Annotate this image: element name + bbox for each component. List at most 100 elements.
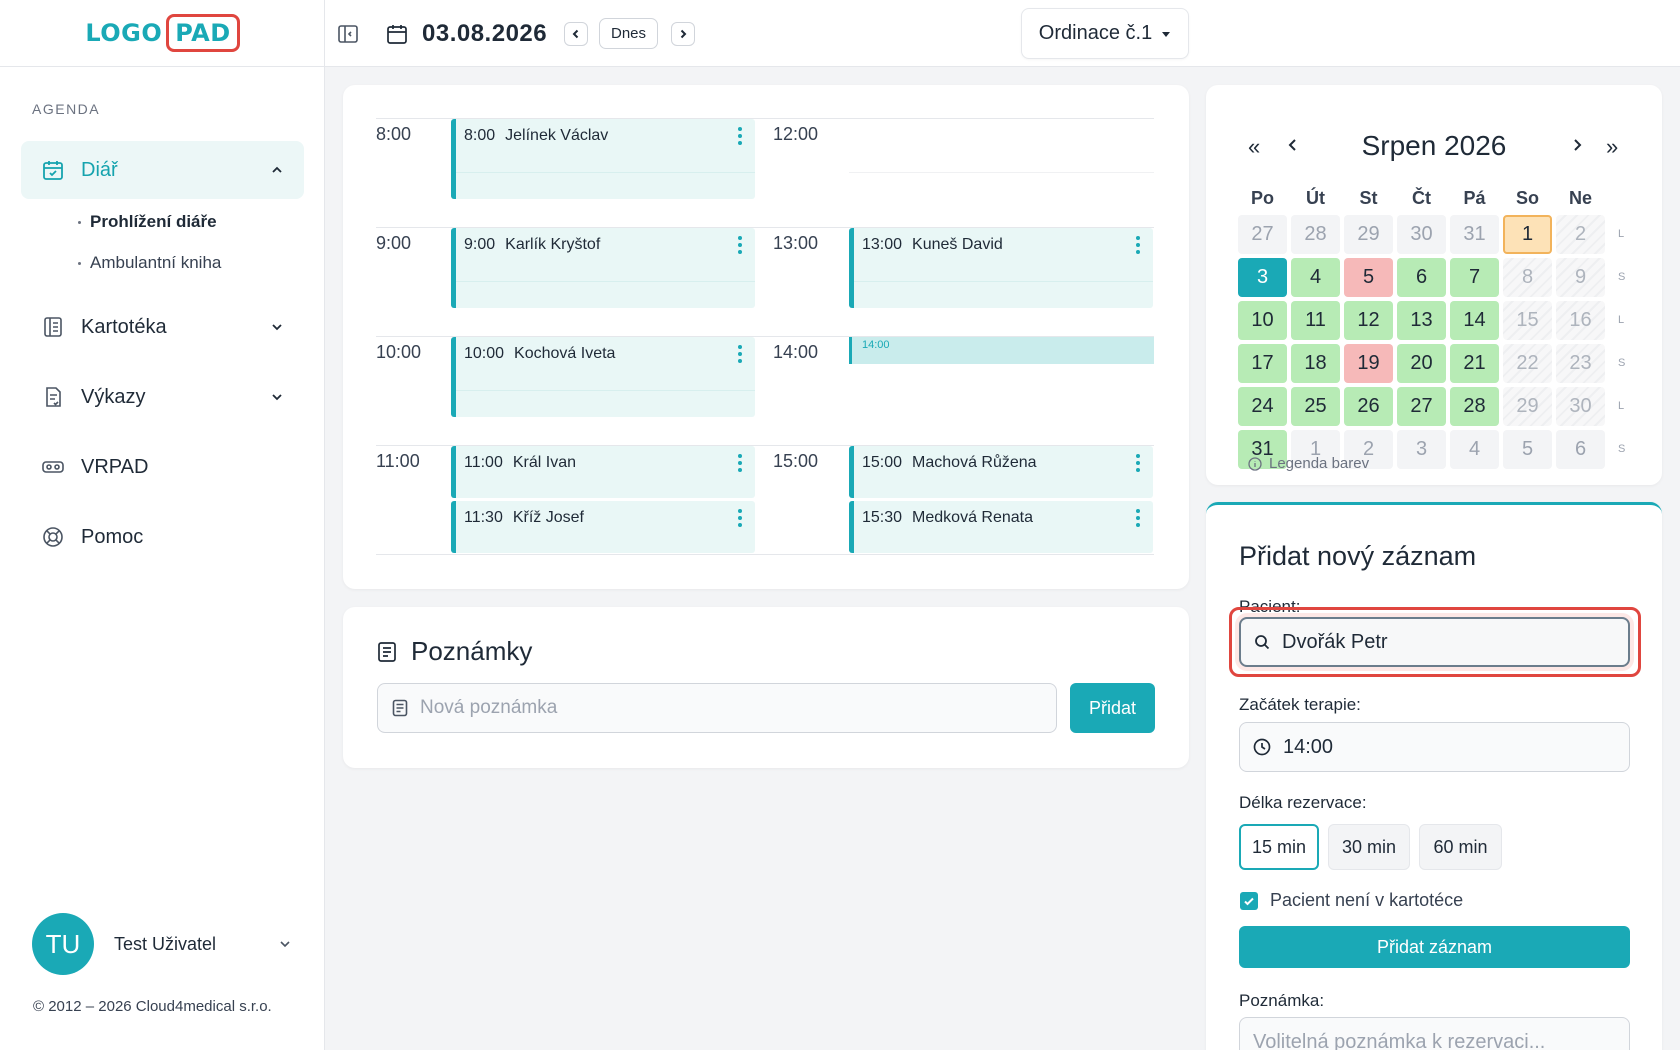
appointment[interactable]: 15:30 Medková Renata bbox=[849, 501, 1153, 553]
appointment[interactable]: 9:00 Karlík Kryštof bbox=[451, 228, 755, 308]
new-note-input[interactable]: Nová poznámka bbox=[377, 683, 1057, 733]
avatar: TU bbox=[32, 913, 94, 975]
appointment[interactable]: 11:30 Kříž Josef bbox=[451, 501, 755, 553]
calendar-day[interactable]: 16 bbox=[1556, 301, 1605, 340]
calendar-day[interactable]: 6 bbox=[1556, 430, 1605, 469]
appointment[interactable]: 15:00 Machová Růžena bbox=[849, 446, 1153, 498]
user-name: Test Uživatel bbox=[114, 933, 217, 954]
kebab-menu-icon[interactable] bbox=[1136, 236, 1140, 254]
patient-value: Dvořák Petr bbox=[1282, 630, 1388, 653]
calendar-day[interactable]: 6 bbox=[1397, 258, 1446, 297]
sidebar-item-diar[interactable]: Diář bbox=[21, 141, 304, 199]
appointment-time: 11:30 bbox=[464, 509, 503, 526]
kebab-menu-icon[interactable] bbox=[738, 509, 742, 527]
user-menu[interactable]: TU Test Uživatel bbox=[32, 913, 292, 975]
week-parity-mark: S bbox=[1618, 357, 1626, 369]
calendar-day[interactable]: 11 bbox=[1291, 301, 1340, 340]
kebab-menu-icon[interactable] bbox=[738, 454, 742, 472]
toggle-sidebar-button[interactable] bbox=[337, 0, 359, 67]
calendar-day[interactable]: 27 bbox=[1397, 387, 1446, 426]
time-label: 11:00 bbox=[376, 451, 420, 471]
prev-year-button[interactable]: « bbox=[1248, 134, 1260, 160]
selected-free-slot[interactable]: 14:00 bbox=[849, 337, 1154, 364]
next-year-button[interactable]: » bbox=[1606, 134, 1618, 160]
kebab-menu-icon[interactable] bbox=[738, 345, 742, 363]
kebab-menu-icon[interactable] bbox=[1136, 509, 1140, 527]
calendar-day[interactable]: 4 bbox=[1450, 430, 1499, 469]
sidebar-item-vykazy[interactable]: Výkazy bbox=[21, 368, 304, 426]
calendar-day[interactable]: 20 bbox=[1397, 344, 1446, 383]
calendar-day[interactable]: 30 bbox=[1556, 387, 1605, 426]
calendar-day[interactable]: 1 bbox=[1503, 215, 1552, 254]
calendar-day[interactable]: 2 bbox=[1556, 215, 1605, 254]
calendar-day[interactable]: 18 bbox=[1291, 344, 1340, 383]
add-note-button[interactable]: Přidat bbox=[1070, 683, 1155, 733]
calendar-icon bbox=[385, 22, 409, 46]
calendar-day[interactable]: 14 bbox=[1450, 301, 1499, 340]
form-title: Přidat nový záznam bbox=[1239, 541, 1477, 571]
appointment[interactable]: 13:00 Kuneš David bbox=[849, 228, 1153, 308]
office-select[interactable]: Ordinace č.1 bbox=[1021, 8, 1189, 59]
sidebar-subitem-ambulantni-kniha[interactable]: Ambulantní kniha bbox=[78, 253, 221, 273]
reservation-note-input[interactable]: Volitelná poznámka k rezervaci... bbox=[1239, 1017, 1630, 1050]
calendar-day[interactable]: 24 bbox=[1238, 387, 1287, 426]
duration-30-min[interactable]: 30 min bbox=[1328, 824, 1410, 870]
sidebar-subitem-prohlizeni[interactable]: Prohlížení diáře bbox=[78, 212, 217, 232]
duration-15-min[interactable]: 15 min bbox=[1239, 824, 1319, 870]
appointment[interactable]: 11:00 Král Ivan bbox=[451, 446, 755, 498]
prev-day-button[interactable] bbox=[564, 21, 588, 46]
calendar-day[interactable]: 10 bbox=[1238, 301, 1287, 340]
current-date[interactable]: 03.08.2026 bbox=[422, 20, 547, 48]
next-month-button[interactable] bbox=[1570, 134, 1584, 156]
prev-month-button[interactable] bbox=[1286, 134, 1300, 156]
calendar-day[interactable]: 5 bbox=[1503, 430, 1552, 469]
not-in-registry-checkbox[interactable]: Pacient není v kartotéce bbox=[1240, 890, 1463, 911]
calendar-day[interactable]: 4 bbox=[1291, 258, 1340, 297]
kebab-menu-icon[interactable] bbox=[738, 236, 742, 254]
weekday-header: Čt bbox=[1412, 188, 1431, 208]
appointment[interactable]: 8:00 Jelínek Václav bbox=[451, 119, 755, 199]
calendar-day[interactable]: 12 bbox=[1344, 301, 1393, 340]
calendar-day[interactable]: 29 bbox=[1503, 387, 1552, 426]
calendar-day[interactable]: 25 bbox=[1291, 387, 1340, 426]
kebab-menu-icon[interactable] bbox=[1136, 454, 1140, 472]
sidebar-item-label: Diář bbox=[81, 158, 118, 181]
calendar-day[interactable]: 17 bbox=[1238, 344, 1287, 383]
calendar-day[interactable]: 28 bbox=[1291, 215, 1340, 254]
calendar-day[interactable]: 7 bbox=[1450, 258, 1499, 297]
add-record-button[interactable]: Přidat záznam bbox=[1239, 926, 1630, 968]
duration-60-min[interactable]: 60 min bbox=[1419, 824, 1502, 870]
appointment[interactable]: 10:00 Kochová Iveta bbox=[451, 337, 755, 417]
logo[interactable]: LOGO PAD bbox=[0, 0, 325, 67]
calendar-day[interactable]: 13 bbox=[1397, 301, 1446, 340]
calendar-day[interactable]: 3 bbox=[1397, 430, 1446, 469]
color-legend[interactable]: Legenda barev bbox=[1248, 455, 1369, 472]
calendar-day[interactable]: 26 bbox=[1344, 387, 1393, 426]
calendar-day[interactable]: 21 bbox=[1450, 344, 1499, 383]
date-picker[interactable] bbox=[385, 0, 409, 67]
next-day-button[interactable] bbox=[671, 21, 695, 46]
appointment-patient: Karlík Kryštof bbox=[505, 236, 601, 253]
start-time-input[interactable]: 14:00 bbox=[1239, 722, 1630, 772]
sidebar-item-vrpad[interactable]: VRPAD bbox=[21, 438, 304, 496]
kebab-menu-icon[interactable] bbox=[738, 127, 742, 145]
calendar-day[interactable]: 19 bbox=[1344, 344, 1393, 383]
calendar-day[interactable]: 3 bbox=[1238, 258, 1287, 297]
calendar-day[interactable]: 5 bbox=[1344, 258, 1393, 297]
calendar-day[interactable]: 22 bbox=[1503, 344, 1552, 383]
report-icon bbox=[41, 385, 65, 409]
calendar-day[interactable]: 27 bbox=[1238, 215, 1287, 254]
calendar-day[interactable]: 30 bbox=[1397, 215, 1446, 254]
checkbox-label: Pacient není v kartotéce bbox=[1270, 890, 1464, 910]
calendar-day[interactable]: 23 bbox=[1556, 344, 1605, 383]
patient-search-input[interactable]: Dvořák Petr bbox=[1239, 617, 1630, 667]
calendar-day[interactable]: 28 bbox=[1450, 387, 1499, 426]
sidebar-item-pomoc[interactable]: Pomoc bbox=[21, 508, 304, 566]
calendar-day[interactable]: 29 bbox=[1344, 215, 1393, 254]
calendar-day[interactable]: 31 bbox=[1450, 215, 1499, 254]
calendar-day[interactable]: 8 bbox=[1503, 258, 1552, 297]
calendar-day[interactable]: 9 bbox=[1556, 258, 1605, 297]
today-button[interactable]: Dnes bbox=[599, 18, 659, 49]
sidebar-item-kartoteka[interactable]: Kartotéka bbox=[21, 298, 304, 356]
calendar-day[interactable]: 15 bbox=[1503, 301, 1552, 340]
